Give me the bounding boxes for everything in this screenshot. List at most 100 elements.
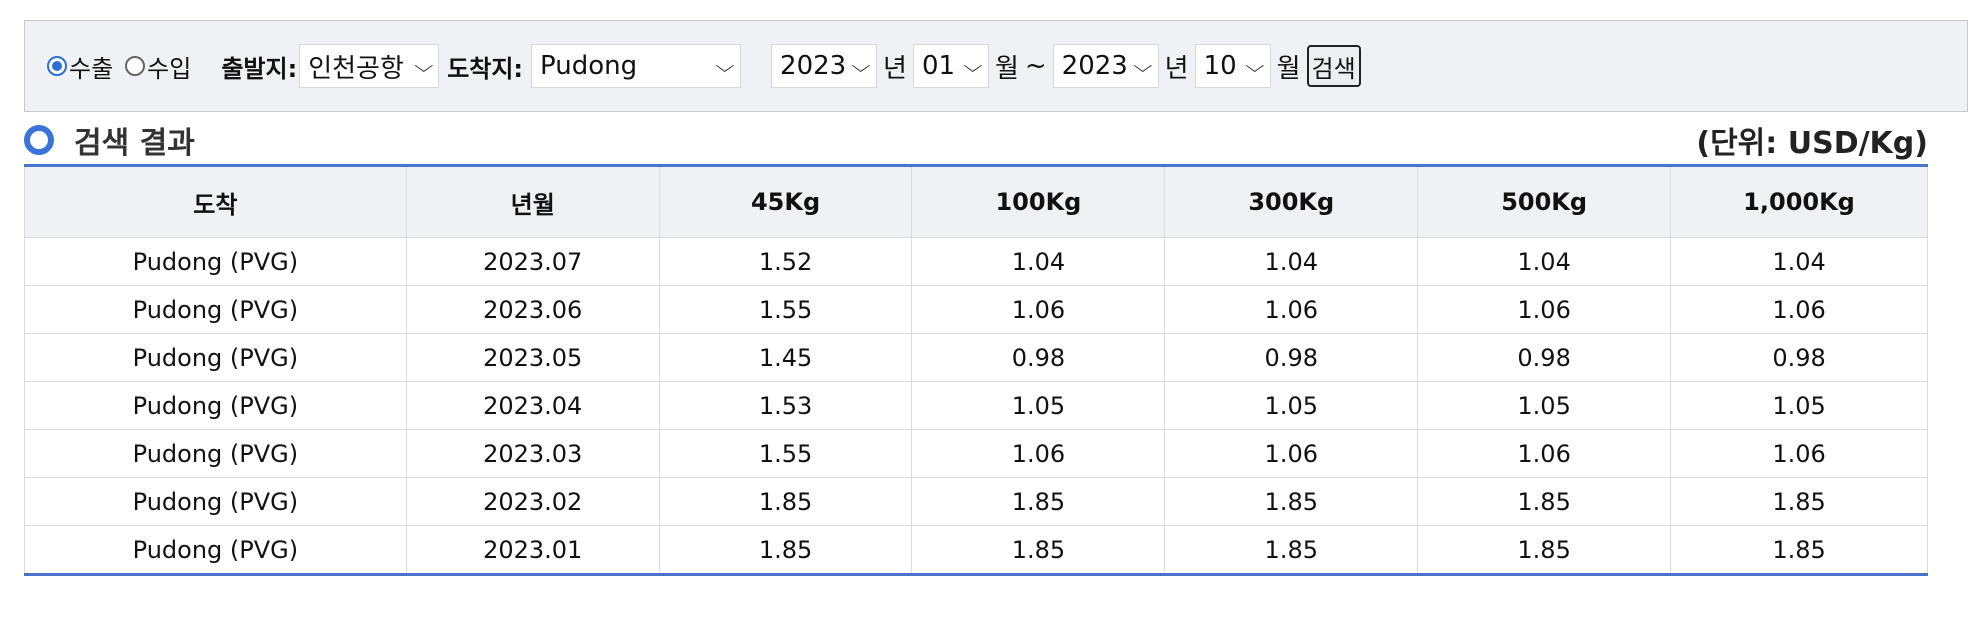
circle-bullet-icon: [24, 125, 54, 155]
end-month-value: 10: [1203, 51, 1237, 81]
table-cell: 1.04: [911, 237, 1166, 286]
table-cell: 1.05: [1417, 381, 1672, 430]
destination-select-value: Pudong: [540, 51, 638, 81]
table-cell: 1.06: [1417, 285, 1672, 334]
end-month-select[interactable]: 10 ⌵: [1194, 44, 1271, 88]
table-cell: 1.04: [1164, 237, 1419, 286]
chevron-down-icon: ⌵: [1133, 55, 1153, 77]
table-cell: 0.98: [911, 333, 1166, 382]
table-cell: 1.04: [1417, 237, 1672, 286]
table-cell: 2023.06: [405, 285, 660, 334]
table-cell: 1.55: [658, 429, 913, 478]
result-title-group: 검색 결과: [24, 118, 195, 162]
result-header: 검색 결과 (단위: USD/Kg): [24, 118, 1928, 162]
chevron-down-icon: ⌵: [1245, 55, 1265, 77]
start-year-unit: 년: [883, 53, 907, 84]
table-cell: 1.85: [911, 477, 1166, 526]
table-cell: 2023.02: [405, 477, 660, 526]
table-cell: 1.85: [1164, 525, 1419, 575]
start-month-select[interactable]: 01 ⌵: [912, 44, 989, 88]
table-cell: 1.52: [658, 237, 913, 286]
table-cell: 2023.01: [405, 525, 660, 575]
table-cell: 2023.03: [405, 429, 660, 478]
table-cell: Pudong (PVG): [24, 285, 407, 334]
table-cell: 1.06: [1670, 429, 1928, 478]
end-year-value: 2023: [1061, 51, 1128, 81]
import-radio-indicator[interactable]: [125, 56, 146, 76]
table-cell: Pudong (PVG): [24, 477, 407, 526]
table-cell: 1.06: [1417, 429, 1672, 478]
search-button[interactable]: 검색: [1306, 45, 1361, 87]
table-cell: 1.06: [1164, 285, 1419, 334]
table-cell: 1.53: [658, 381, 913, 430]
column-header-500kg: 500Kg: [1417, 165, 1672, 238]
destination-label: 도착지:: [447, 54, 524, 83]
table-row: Pudong (PVG) 2023.07 1.52 1.04 1.04 1.04…: [24, 237, 1928, 286]
table-cell: 2023.05: [405, 333, 660, 382]
result-title: 검색 결과: [74, 126, 195, 161]
start-month-value: 01: [921, 51, 956, 81]
start-month-unit: 월: [994, 53, 1019, 84]
import-radio-label[interactable]: 수입: [147, 49, 191, 84]
export-radio[interactable]: 수출: [47, 49, 113, 84]
chevron-down-icon: ⌵: [413, 55, 433, 77]
table-row: Pudong (PVG) 2023.02 1.85 1.85 1.85 1.85…: [24, 477, 1928, 526]
table-cell: 2023.04: [405, 381, 660, 430]
destination-select[interactable]: Pudong ⌵: [531, 44, 742, 88]
origin-select[interactable]: 인천공항 ⌵: [299, 44, 440, 88]
range-separator: ~: [1024, 51, 1047, 81]
export-radio-label[interactable]: 수출: [69, 49, 113, 84]
column-header-1000kg: 1,000Kg: [1670, 165, 1928, 238]
table-cell: 0.98: [1417, 333, 1672, 382]
table-cell: 1.06: [1164, 429, 1419, 478]
end-month-unit: 월: [1276, 53, 1301, 84]
table-cell: 1.85: [1417, 525, 1672, 575]
table-cell: 1.04: [1670, 237, 1928, 286]
table-cell: Pudong (PVG): [24, 237, 407, 286]
search-filter-bar: 수출 수입 출발지: 인천공항 ⌵ 도착지: Pudong ⌵ 2023 ⌵ 년…: [24, 20, 1968, 112]
origin-select-value: 인천공항: [308, 53, 404, 84]
column-header-destination: 도착: [24, 165, 407, 238]
table-cell: 1.45: [658, 333, 913, 382]
unit-note: (단위: USD/Kg): [1696, 126, 1928, 161]
table-cell: 2023.07: [405, 237, 660, 286]
column-header-300kg: 300Kg: [1164, 165, 1419, 238]
chevron-down-icon: ⌵: [715, 55, 735, 77]
table-cell: 1.55: [658, 285, 913, 334]
table-cell: 1.85: [1670, 477, 1928, 526]
table-row: Pudong (PVG) 2023.04 1.53 1.05 1.05 1.05…: [24, 381, 1928, 430]
table-row: Pudong (PVG) 2023.05 1.45 0.98 0.98 0.98…: [24, 333, 1928, 382]
start-year-select[interactable]: 2023 ⌵: [771, 44, 878, 88]
column-header-45kg: 45Kg: [658, 165, 913, 238]
table-cell: 1.85: [658, 525, 913, 575]
table-cell: 1.85: [911, 525, 1166, 575]
column-header-month: 년월: [405, 165, 660, 238]
table-cell: 1.06: [911, 285, 1166, 334]
export-radio-indicator[interactable]: [47, 56, 67, 76]
table-cell: 0.98: [1670, 333, 1928, 382]
table-cell: 1.06: [1670, 285, 1928, 334]
table-row: Pudong (PVG) 2023.03 1.55 1.06 1.06 1.06…: [24, 429, 1928, 478]
end-year-unit: 년: [1164, 53, 1189, 84]
table-row: Pudong (PVG) 2023.01 1.85 1.85 1.85 1.85…: [24, 525, 1928, 575]
table-cell: Pudong (PVG): [24, 429, 407, 478]
chevron-down-icon: ⌵: [963, 55, 983, 77]
table-header-row: 도착 년월 45Kg 100Kg 300Kg 500Kg 1,000Kg: [24, 165, 1928, 238]
import-radio[interactable]: 수입: [125, 49, 191, 84]
table-cell: 1.05: [1670, 381, 1928, 430]
table-cell: 1.85: [1670, 525, 1928, 575]
end-year-select[interactable]: 2023 ⌵: [1052, 44, 1159, 88]
chevron-down-icon: ⌵: [851, 55, 871, 77]
rate-table: 도착 년월 45Kg 100Kg 300Kg 500Kg 1,000Kg Pud…: [24, 164, 1928, 576]
table-cell: 1.85: [1164, 477, 1419, 526]
table-cell: 1.05: [911, 381, 1166, 430]
table-cell: 1.85: [658, 477, 913, 526]
start-year-value: 2023: [780, 51, 847, 81]
table-cell: Pudong (PVG): [24, 381, 407, 430]
table-cell: 1.85: [1417, 477, 1672, 526]
table-cell: 1.05: [1164, 381, 1419, 430]
table-cell: Pudong (PVG): [24, 333, 407, 382]
origin-label: 출발지:: [221, 54, 298, 83]
table-cell: 0.98: [1164, 333, 1419, 382]
table-cell: 1.06: [911, 429, 1166, 478]
